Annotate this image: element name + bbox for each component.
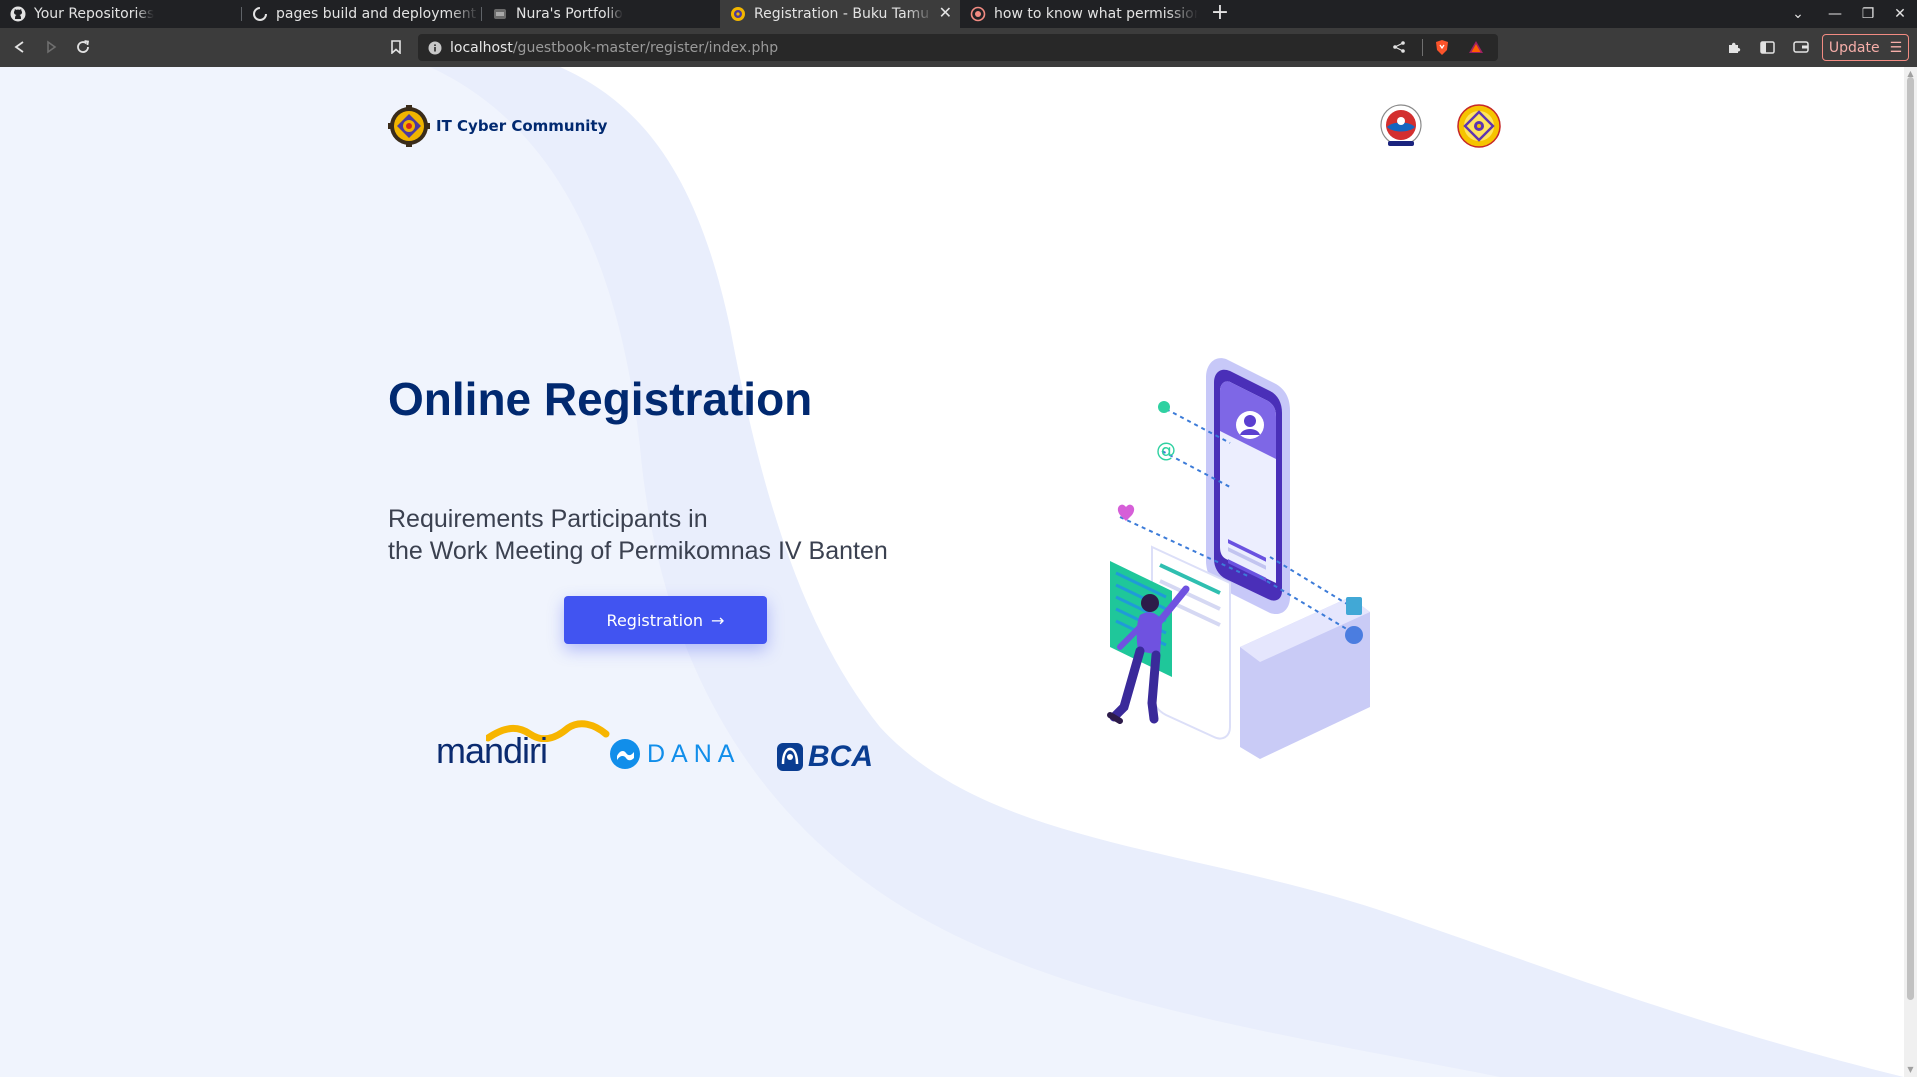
scrollbar-thumb[interactable] — [1907, 77, 1914, 1000]
partner-logo-right — [1456, 103, 1502, 149]
background-waves — [0, 67, 1904, 1077]
sponsor-logo-bca: BCA — [776, 740, 873, 774]
university-emblem-icon — [1380, 104, 1422, 146]
tab-registration[interactable]: Registration - Buku Tamu ITC ✕ — [720, 0, 960, 28]
hero-subtitle-line-2: the Work Meeting of Permikomnas IV Bante… — [388, 537, 888, 565]
back-button[interactable] — [8, 35, 32, 59]
brand-logo-link[interactable]: IT Cyber Community — [388, 105, 607, 147]
record-icon — [970, 6, 986, 22]
partner-logo-left — [1378, 103, 1424, 149]
tab-title: how to know what permissions — [994, 6, 1198, 22]
share-icon[interactable] — [1392, 40, 1406, 54]
page-viewport: IT Cyber Community Online Registration R… — [0, 67, 1904, 1077]
sponsor-logo-dana: DANA — [609, 738, 740, 770]
update-button[interactable]: Update ☰ — [1822, 34, 1909, 61]
tab-title: pages build and deployment · N — [276, 6, 480, 22]
tab-title: Nura's Portfolio — [516, 6, 623, 22]
scroll-down-arrow-icon[interactable]: ▼ — [1906, 1065, 1915, 1074]
url-host: localhost — [450, 39, 513, 56]
browser-tab-bar: Your Repositories pages build and deploy… — [0, 0, 1917, 28]
forward-button[interactable] — [39, 35, 63, 59]
actions-spinner-icon — [252, 6, 268, 22]
minimize-button[interactable]: — — [1823, 2, 1847, 26]
bookmark-icon — [391, 40, 401, 54]
tab-permissions[interactable]: how to know what permissions — [960, 0, 1198, 28]
forward-arrow-icon — [47, 40, 57, 54]
restore-button[interactable]: ❐ — [1856, 2, 1880, 26]
mandiri-wordmark: mandiri — [436, 730, 548, 771]
tab-your-repositories[interactable]: Your Repositories — [0, 0, 240, 28]
browser-toolbar: localhost/guestbook-master/register/inde… — [0, 28, 1917, 67]
registration-button-label: Registration — [606, 610, 704, 630]
arrow-right-icon: → — [711, 610, 725, 630]
registration-button[interactable]: Registration → — [564, 596, 767, 644]
hero-subtitle: Requirements Participants in the Work Me… — [388, 503, 948, 567]
back-arrow-icon — [14, 41, 24, 53]
itc-gear-logo-icon — [388, 105, 430, 147]
portfolio-favicon-icon — [492, 6, 508, 22]
bca-logo-icon — [777, 743, 803, 771]
extensions-button[interactable] — [1722, 35, 1746, 59]
brave-rewards-icon[interactable] — [1468, 39, 1484, 55]
github-icon — [10, 6, 26, 22]
dana-logo-icon — [610, 739, 640, 769]
bca-wordmark: BCA — [808, 740, 873, 773]
tab-portfolio[interactable]: Nura's Portfolio — [482, 0, 720, 28]
reload-button[interactable] — [71, 35, 95, 59]
omnibox-divider — [1422, 39, 1423, 56]
tab-title: Registration - Buku Tamu ITC — [754, 6, 934, 22]
address-bar[interactable]: localhost/guestbook-master/register/inde… — [418, 34, 1498, 61]
page-scrollbar[interactable]: ▲ ▼ — [1904, 67, 1917, 1077]
itc-logo-icon — [730, 6, 746, 22]
svg-text:@: @ — [1156, 438, 1176, 462]
sidebar-icon — [1759, 40, 1775, 54]
tab-title: Your Repositories — [34, 6, 155, 22]
tab-search-chevron-icon[interactable]: ⌄ — [1786, 2, 1810, 26]
hamburger-menu-icon: ☰ — [1889, 39, 1903, 56]
url-path: /guestbook-master/register/index.php — [512, 39, 779, 56]
site-info-icon[interactable] — [428, 41, 442, 55]
sidebar-button[interactable] — [1755, 35, 1779, 59]
wallet-button[interactable] — [1789, 35, 1813, 59]
reload-icon — [77, 40, 90, 53]
bookmark-button[interactable] — [384, 35, 408, 59]
update-label: Update — [1828, 39, 1880, 56]
hero-subtitle-line-1: Requirements Participants in — [388, 505, 708, 533]
registration-illustration: @ — [1107, 358, 1370, 759]
brave-shields-icon[interactable] — [1434, 39, 1450, 56]
dana-wordmark: DANA — [647, 739, 741, 768]
tab-pages-build[interactable]: pages build and deployment · N — [242, 0, 480, 28]
organization-emblem-icon — [1457, 104, 1501, 148]
brand-name: IT Cyber Community — [436, 117, 608, 135]
close-window-button[interactable]: ✕ — [1888, 2, 1912, 26]
hero-title: Online Registration — [388, 373, 813, 425]
puzzle-icon — [1728, 42, 1740, 53]
wallet-icon — [1793, 41, 1809, 53]
new-tab-button[interactable]: + — [1208, 2, 1232, 26]
close-tab-icon[interactable]: ✕ — [939, 5, 952, 21]
